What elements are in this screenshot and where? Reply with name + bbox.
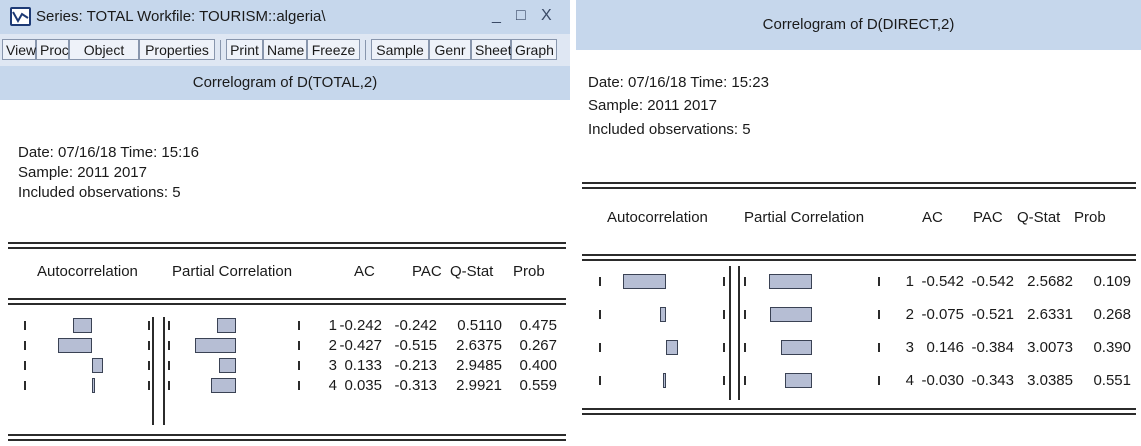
confidence-tick [599, 310, 601, 319]
qstat-cell: 2.9921 [456, 377, 502, 394]
confidence-tick [599, 277, 601, 286]
confidence-tick [24, 321, 26, 330]
pac-bar [770, 307, 812, 322]
pac-cell: -0.313 [394, 377, 437, 394]
confidence-tick [298, 381, 300, 390]
confidence-tick [168, 361, 170, 370]
confidence-tick [878, 343, 880, 352]
confidence-tick [298, 361, 300, 370]
confidence-tick [298, 341, 300, 350]
qstat-cell: 2.5682 [1027, 273, 1073, 290]
lag-cell: 4 [328, 377, 337, 394]
pac-cell: -0.384 [971, 339, 1014, 356]
pac-cell: -0.242 [394, 317, 437, 334]
confidence-tick [148, 341, 150, 350]
confidence-tick [24, 341, 26, 350]
prob-cell: 0.267 [519, 337, 557, 354]
correlogram-rows: 1 -0.542 -0.542 2.5682 0.109 2 -0.075 -0.521 2.6… [576, 0, 1141, 446]
prob-cell: 0.475 [519, 317, 557, 334]
confidence-tick [744, 343, 746, 352]
pac-cell: -0.515 [394, 337, 437, 354]
confidence-tick [723, 343, 725, 352]
ac-bar [663, 373, 666, 388]
confidence-tick [723, 277, 725, 286]
ac-bar [660, 307, 666, 322]
confidence-tick [744, 310, 746, 319]
prob-cell: 0.400 [519, 357, 557, 374]
lag-cell: 3 [905, 339, 914, 356]
ac-bar [666, 340, 678, 355]
pac-bar [768, 274, 812, 289]
ac-bar [92, 358, 103, 373]
confidence-tick [599, 376, 601, 385]
divider [8, 439, 566, 441]
pac-bar [784, 373, 812, 388]
correlogram-window: Correlogram of D(DIRECT,2) Date: 07/16/1… [576, 0, 1141, 446]
prob-cell: 0.559 [519, 377, 557, 394]
confidence-tick [599, 343, 601, 352]
prob-cell: 0.109 [1093, 273, 1131, 290]
pac-cell: -0.213 [394, 357, 437, 374]
qstat-cell: 2.9485 [456, 357, 502, 374]
confidence-tick [168, 341, 170, 350]
ac-cell: -0.030 [921, 372, 964, 389]
ac-cell: -0.242 [339, 317, 382, 334]
confidence-tick [878, 277, 880, 286]
divider [582, 413, 1136, 415]
prob-cell: 0.268 [1093, 306, 1131, 323]
ac-bar [72, 318, 92, 333]
pac-cell: -0.542 [971, 273, 1014, 290]
confidence-tick [744, 376, 746, 385]
confidence-tick [24, 381, 26, 390]
confidence-tick [148, 361, 150, 370]
lag-cell: 1 [328, 317, 337, 334]
qstat-cell: 2.6375 [456, 337, 502, 354]
confidence-tick [723, 376, 725, 385]
lag-cell: 4 [905, 372, 914, 389]
ac-cell: -0.427 [339, 337, 382, 354]
qstat-cell: 3.0385 [1027, 372, 1073, 389]
ac-bar [622, 274, 666, 289]
correlogram-rows: 1 -0.242 -0.242 0.5110 0.475 2 -0.427 -0.515 2.6… [0, 0, 570, 446]
ac-bar [92, 378, 95, 393]
qstat-cell: 3.0073 [1027, 339, 1073, 356]
ac-cell: 0.133 [344, 357, 382, 374]
ac-cell: 0.146 [926, 339, 964, 356]
qstat-cell: 0.5110 [457, 317, 502, 334]
confidence-tick [24, 361, 26, 370]
lag-cell: 2 [905, 306, 914, 323]
qstat-cell: 2.6331 [1027, 306, 1073, 323]
confidence-tick [168, 381, 170, 390]
confidence-tick [723, 310, 725, 319]
confidence-tick [878, 310, 880, 319]
divider [8, 434, 566, 436]
confidence-tick [148, 321, 150, 330]
pac-cell: -0.343 [971, 372, 1014, 389]
pac-bar [781, 340, 812, 355]
confidence-tick [168, 321, 170, 330]
pac-bar [218, 358, 236, 373]
ac-cell: -0.542 [921, 273, 964, 290]
pac-bar [210, 378, 236, 393]
confidence-tick [744, 277, 746, 286]
pac-bar [216, 318, 236, 333]
divider [582, 408, 1136, 410]
lag-cell: 1 [905, 273, 914, 290]
prob-cell: 0.551 [1093, 372, 1131, 389]
series-window: Series: TOTAL Workfile: TOURISM::algeria… [0, 0, 570, 446]
pac-bar [194, 338, 236, 353]
confidence-tick [148, 381, 150, 390]
ac-cell: -0.075 [921, 306, 964, 323]
ac-bar [57, 338, 92, 353]
confidence-tick [298, 321, 300, 330]
ac-cell: 0.035 [344, 377, 382, 394]
lag-cell: 2 [328, 337, 337, 354]
pac-cell: -0.521 [971, 306, 1014, 323]
lag-cell: 3 [328, 357, 337, 374]
prob-cell: 0.390 [1093, 339, 1131, 356]
confidence-tick [878, 376, 880, 385]
